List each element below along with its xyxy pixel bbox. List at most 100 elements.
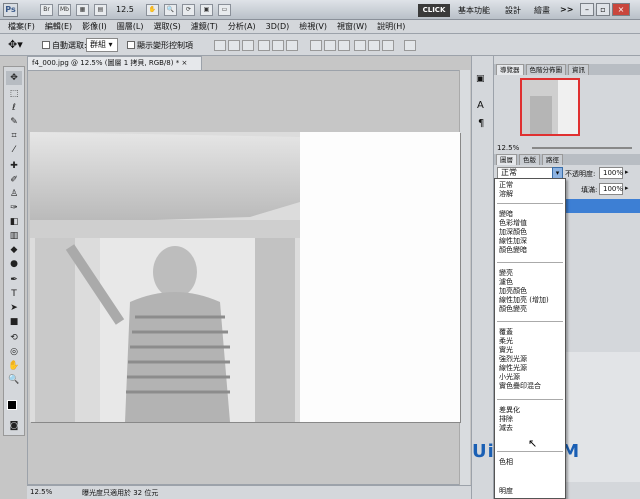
blend-hue[interactable]: 色相 — [499, 458, 513, 467]
vertical-scrollbar[interactable] — [459, 70, 470, 485]
fill-field[interactable]: 100% — [599, 183, 623, 195]
blend-soft-light[interactable]: 柔光 — [499, 337, 513, 346]
menu-edit[interactable]: 編輯(E) — [45, 21, 72, 32]
align-left-icon[interactable] — [258, 40, 270, 51]
image-canvas[interactable] — [30, 132, 460, 422]
mini-bridge-icon[interactable]: Mb — [58, 4, 71, 16]
selected-layer-row[interactable] — [564, 199, 640, 213]
tab-navigator[interactable]: 導覽器 — [496, 64, 524, 75]
blend-linear-dodge[interactable]: 線性加亮 (增加) — [499, 296, 549, 305]
menu-window[interactable]: 視窗(W) — [337, 21, 367, 32]
zoom-level[interactable]: 12.5 — [116, 5, 134, 14]
tab-channels[interactable]: 色版 — [519, 154, 540, 165]
opacity-arrow-icon[interactable]: ▸ — [625, 168, 629, 176]
rotate-view-icon[interactable]: ⟳ — [182, 4, 195, 16]
tab-info[interactable]: 資訊 — [568, 64, 589, 75]
menu-file[interactable]: 檔案(F) — [8, 21, 35, 32]
click-button[interactable]: CLICK — [418, 4, 450, 17]
blend-color-burn[interactable]: 加深顏色 — [499, 228, 527, 237]
workspace-paint[interactable]: 繪畫 — [534, 5, 550, 16]
blend-normal[interactable]: 正常 — [499, 181, 513, 190]
grid-icon[interactable]: ▦ — [76, 4, 89, 16]
navigator-zoom-slider[interactable] — [532, 147, 632, 149]
path-select-tool-icon[interactable]: ➤ — [6, 301, 22, 315]
blur-tool-icon[interactable]: ◆ — [6, 243, 22, 257]
paragraph-panel-icon[interactable]: ¶ — [478, 118, 484, 129]
align-hcenter-icon[interactable] — [272, 40, 284, 51]
history-panel-icon[interactable]: ▣ — [476, 74, 485, 84]
type-tool-icon[interactable]: T — [6, 287, 22, 301]
blend-linear-light[interactable]: 線性光源 — [499, 364, 527, 373]
history-brush-icon[interactable]: ✑ — [6, 201, 22, 215]
crop-tool-icon[interactable]: ⌗ — [6, 129, 22, 143]
menu-analysis[interactable]: 分析(A) — [228, 21, 256, 32]
move-tool-icon[interactable]: ✥▾ — [8, 38, 23, 51]
blend-hard-light[interactable]: 實光 — [499, 346, 513, 355]
menu-layer[interactable]: 圖層(L) — [117, 21, 144, 32]
eraser-tool-icon[interactable]: ◧ — [6, 215, 22, 229]
menu-filter[interactable]: 濾鏡(T) — [191, 21, 218, 32]
quick-select-tool-icon[interactable]: ✎ — [6, 115, 22, 129]
blend-luminosity[interactable]: 明度 — [499, 487, 513, 496]
arrange-documents-icon[interactable]: ▣ — [200, 4, 213, 16]
blend-linear-burn[interactable]: 線性加深 — [499, 237, 527, 246]
pen-tool-icon[interactable]: ✒ — [6, 273, 22, 287]
navigator-preview[interactable] — [520, 78, 580, 136]
brush-tool-icon[interactable]: ✐ — [6, 173, 22, 187]
shape-tool-icon[interactable]: ■ — [6, 315, 22, 329]
workspace-design[interactable]: 設計 — [505, 5, 521, 16]
blend-color-dodge[interactable]: 加亮顏色 — [499, 287, 527, 296]
character-panel-icon[interactable]: A — [477, 100, 484, 111]
blend-darken[interactable]: 變暗 — [499, 210, 513, 219]
quick-mask-icon[interactable]: ◙ — [6, 419, 22, 433]
marquee-tool-icon[interactable]: ⬚ — [6, 87, 22, 101]
screen-mode-icon[interactable]: ▭ — [218, 4, 231, 16]
bridge-icon[interactable]: Br — [40, 4, 53, 16]
view-extras-icon[interactable]: ▤ — [94, 4, 107, 16]
blend-screen[interactable]: 濾色 — [499, 278, 513, 287]
blend-pin-light[interactable]: 小光源 — [499, 373, 520, 382]
blend-vivid-light[interactable]: 強烈光源 — [499, 355, 527, 364]
gradient-tool-icon[interactable]: ▥ — [6, 229, 22, 243]
distribute-top-icon[interactable] — [310, 40, 322, 51]
align-top-icon[interactable] — [214, 40, 226, 51]
distribute-right-icon[interactable] — [382, 40, 394, 51]
auto-align-icon[interactable] — [404, 40, 416, 51]
lasso-tool-icon[interactable]: ℓ — [6, 101, 22, 115]
blend-lighter-color[interactable]: 顏色變亮 — [499, 305, 527, 314]
align-vcenter-icon[interactable] — [228, 40, 240, 51]
align-bottom-icon[interactable] — [242, 40, 254, 51]
menu-image[interactable]: 影像(I) — [82, 21, 107, 32]
document-close-icon[interactable]: × — [181, 59, 187, 67]
restore-button[interactable]: ▫ — [596, 3, 610, 16]
navigator-zoom[interactable]: 12.5% — [497, 144, 519, 152]
blend-overlay[interactable]: 覆蓋 — [499, 328, 513, 337]
tab-layers[interactable]: 圖層 — [496, 154, 517, 165]
distribute-vcenter-icon[interactable] — [324, 40, 336, 51]
dodge-tool-icon[interactable]: ● — [6, 257, 22, 271]
blend-dissolve[interactable]: 溶解 — [499, 190, 513, 199]
3d-rotate-tool-icon[interactable]: ⟲ — [6, 331, 22, 345]
distribute-left-icon[interactable] — [354, 40, 366, 51]
hand-icon[interactable]: ✋ — [146, 4, 159, 16]
tab-histogram[interactable]: 色階分佈圖 — [525, 64, 566, 75]
blend-exclusion[interactable]: 排除 — [499, 415, 513, 424]
menu-3d[interactable]: 3D(D) — [266, 22, 290, 31]
fill-arrow-icon[interactable]: ▸ — [625, 184, 629, 192]
blend-difference[interactable]: 差異化 — [499, 406, 520, 415]
blend-divide[interactable]: 分割 — [499, 434, 513, 443]
zoom-icon[interactable]: 🔍 — [164, 4, 177, 16]
blend-multiply[interactable]: 色彩增值 — [499, 219, 527, 228]
blend-lighten[interactable]: 變亮 — [499, 269, 513, 278]
distribute-hcenter-icon[interactable] — [368, 40, 380, 51]
menu-view[interactable]: 檢視(V) — [299, 21, 327, 32]
move-tool-icon[interactable]: ✥ — [6, 71, 22, 85]
document-tab[interactable]: f4_000.jpg @ 12.5% (圖層 1 拷貝, RGB/8) * × — [27, 56, 202, 70]
distribute-bottom-icon[interactable] — [338, 40, 350, 51]
3d-orbit-tool-icon[interactable]: ◎ — [6, 345, 22, 359]
opacity-field[interactable]: 100% — [599, 167, 623, 179]
zoom-tool-icon[interactable]: 🔍 — [6, 373, 22, 387]
workspace-basic[interactable]: 基本功能 — [458, 5, 490, 16]
hand-tool-icon[interactable]: ✋ — [6, 359, 22, 373]
menu-select[interactable]: 選取(S) — [153, 21, 180, 32]
